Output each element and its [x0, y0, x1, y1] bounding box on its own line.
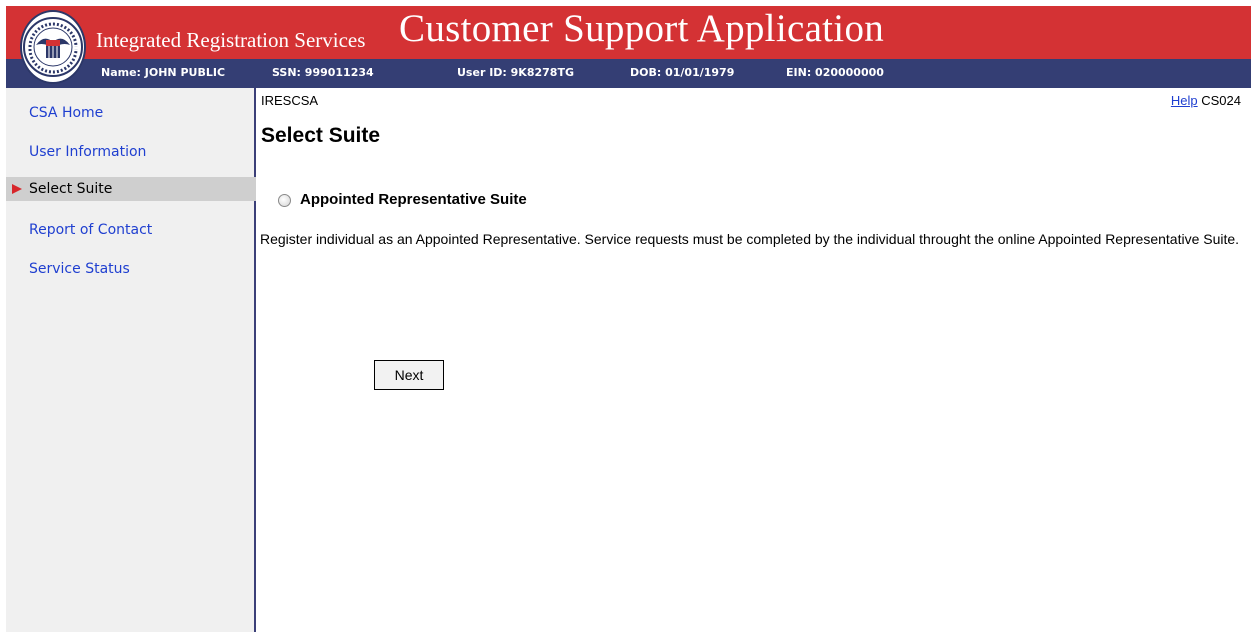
user-ein: EIN: 020000000	[786, 66, 884, 79]
suite-description: Register individual as an Appointed Repr…	[260, 231, 1240, 247]
sidebar-item-label: Service Status	[29, 261, 130, 277]
app-code: IRESCSA	[261, 93, 319, 108]
user-ssn: SSN: 999011234	[272, 66, 374, 79]
user-dob: DOB: 01/01/1979	[630, 66, 735, 79]
ssa-seal-logo	[20, 10, 86, 84]
sidebar-nav: CSA Home User Information Select Suite R…	[6, 88, 256, 632]
sidebar-item-select-suite[interactable]: Select Suite	[6, 177, 256, 201]
next-button[interactable]: Next	[374, 360, 444, 390]
current-page-arrow-icon	[12, 184, 22, 194]
sidebar-item-csa-home[interactable]: CSA Home	[6, 101, 256, 125]
help-area: Help CS024	[1171, 93, 1241, 108]
user-id: User ID: 9K8278TG	[457, 66, 574, 79]
sidebar-item-label: Select Suite	[29, 181, 113, 197]
user-name: Name: JOHN PUBLIC	[101, 66, 226, 79]
screen-id: CS024	[1201, 93, 1241, 108]
sidebar-item-label: Report of Contact	[29, 222, 153, 238]
system-title: Integrated Registration Services	[96, 28, 366, 52]
sidebar-item-user-information[interactable]: User Information	[6, 140, 256, 164]
sidebar-item-label: CSA Home	[29, 105, 104, 121]
sidebar-item-service-status[interactable]: Service Status	[6, 257, 256, 281]
page-title: Select Suite	[261, 124, 381, 147]
appointed-representative-suite-radio[interactable]	[278, 194, 291, 207]
app-header: Integrated Registration Services Custome…	[6, 6, 1251, 88]
app-title: Customer Support Application	[399, 7, 885, 50]
help-link[interactable]: Help	[1171, 93, 1198, 108]
sidebar-item-label: User Information	[29, 144, 147, 160]
main-content: IRESCSA Help CS024 Select Suite Appointe…	[258, 88, 1251, 632]
suite-option-label: Appointed Representative Suite	[300, 191, 527, 208]
sidebar-item-report-of-contact[interactable]: Report of Contact	[6, 218, 256, 242]
